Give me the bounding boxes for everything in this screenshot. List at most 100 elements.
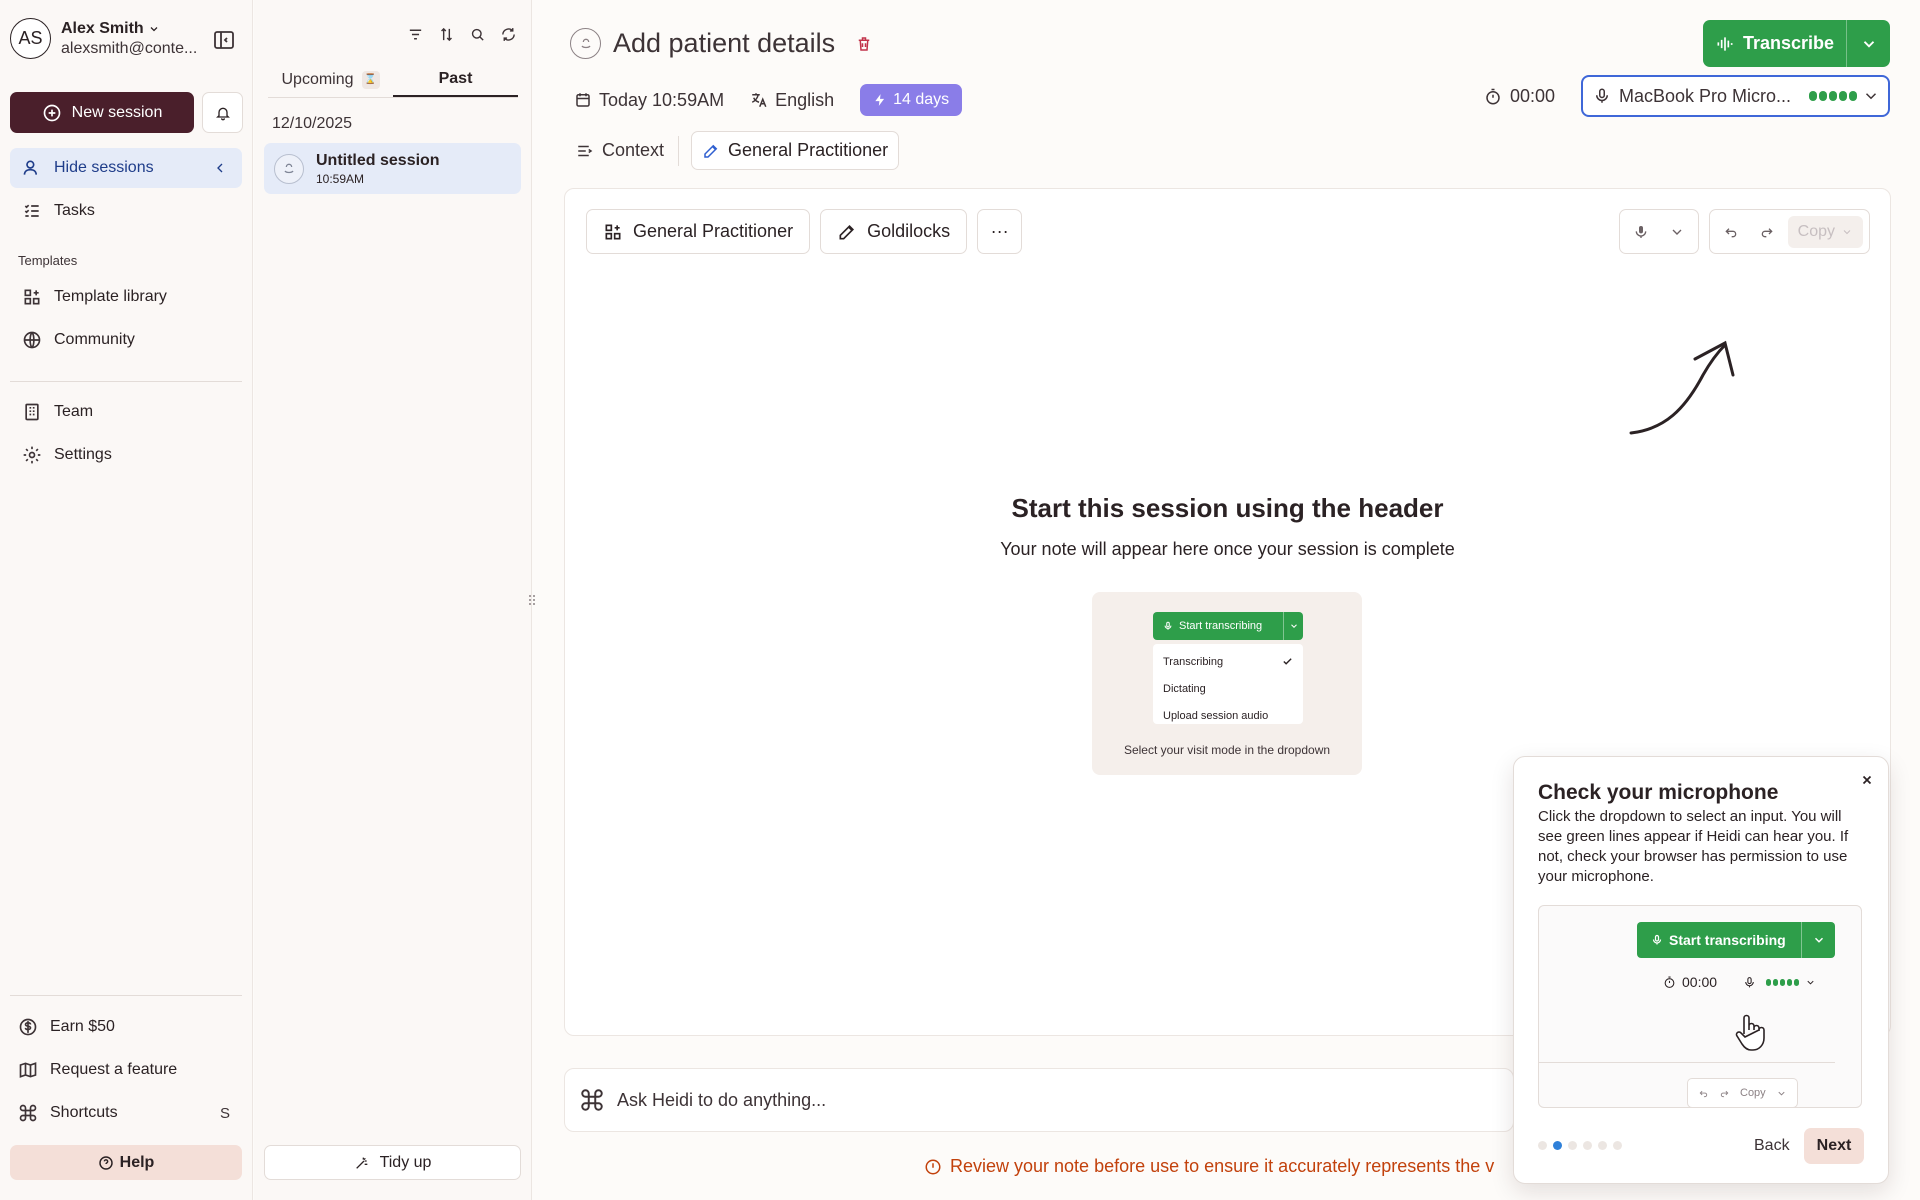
sidebar-item-community[interactable]: Community xyxy=(10,320,242,360)
microphone-select[interactable]: MacBook Pro Micro... xyxy=(1581,75,1890,117)
patient-icon xyxy=(281,161,297,177)
microphone-icon xyxy=(1593,87,1611,105)
new-session-button[interactable]: New session xyxy=(10,92,194,133)
sidebar-item-label: Community xyxy=(54,331,135,348)
sort-icon[interactable] xyxy=(438,26,455,43)
illustration-option: Transcribing xyxy=(1153,648,1303,675)
close-icon[interactable] xyxy=(1860,773,1874,787)
transcribe-mode-dropdown[interactable] xyxy=(1846,20,1890,67)
session-list-item[interactable]: Untitled session 10:59AM xyxy=(264,143,521,194)
illustration-option: Upload session audio xyxy=(1153,702,1303,729)
tab-context[interactable]: Context xyxy=(574,132,666,169)
magic-wand-icon xyxy=(354,1155,370,1171)
resize-handle-icon[interactable] xyxy=(528,590,536,610)
more-options-button[interactable]: ··· xyxy=(977,209,1023,254)
sidebar-item-shortcuts[interactable]: Shortcuts S xyxy=(10,1093,242,1133)
sidebar-item-label: Template library xyxy=(54,288,167,305)
ask-heidi-input[interactable]: Ask Heidi to do anything... xyxy=(564,1068,1514,1132)
chevron-down-icon xyxy=(1841,226,1853,238)
sidebar-item-tasks[interactable]: Tasks xyxy=(10,191,242,231)
command-icon xyxy=(579,1087,605,1113)
undo-button[interactable] xyxy=(1716,217,1746,247)
stopwatch-icon xyxy=(1663,976,1676,989)
chevron-down-icon xyxy=(1776,1088,1787,1099)
microphone-icon xyxy=(1633,224,1649,240)
session-date-group: 12/10/2025 xyxy=(272,115,353,132)
globe-icon xyxy=(22,330,42,350)
tab-upcoming[interactable]: Upcoming ⌛ xyxy=(268,62,393,97)
popover-body: Click the dropdown to select an input. Y… xyxy=(1538,808,1849,885)
template-select-button[interactable]: General Practitioner xyxy=(586,209,811,254)
redo-icon xyxy=(1719,1088,1730,1099)
calendar-icon xyxy=(574,91,592,109)
trash-icon[interactable] xyxy=(855,35,873,53)
account-menu[interactable]: AS Alex Smith alexsmith@conte... xyxy=(10,18,197,59)
copy-button[interactable]: Copy xyxy=(1787,215,1863,248)
sidebar-item-label: Tasks xyxy=(54,202,95,219)
help-button[interactable]: Help xyxy=(10,1145,242,1180)
illustration-option: Dictating xyxy=(1153,675,1303,702)
option-label: Dictating xyxy=(1163,682,1206,695)
user-email: alexsmith@conte... xyxy=(61,39,198,57)
redo-icon xyxy=(1759,224,1775,240)
hourglass-icon: ⌛ xyxy=(361,70,380,89)
templates-section-label: Templates xyxy=(18,253,78,268)
days-label: 14 days xyxy=(893,91,950,108)
language-select[interactable]: English xyxy=(750,90,834,111)
plus-circle-icon xyxy=(42,103,62,123)
dictate-button[interactable] xyxy=(1626,217,1656,247)
tidy-up-button[interactable]: Tidy up xyxy=(264,1145,521,1180)
illustration-button-label: Start transcribing xyxy=(1669,932,1786,948)
chevron-down-icon xyxy=(1669,224,1685,240)
redo-button[interactable] xyxy=(1752,217,1782,247)
refresh-icon[interactable] xyxy=(500,26,517,43)
alert-circle-icon xyxy=(924,1158,942,1176)
tab-past[interactable]: Past xyxy=(393,62,518,97)
illustration-timer: 00:00 xyxy=(1682,974,1718,990)
list-check-icon xyxy=(22,201,42,221)
search-icon[interactable] xyxy=(469,26,486,43)
mic-device-label: MacBook Pro Micro... xyxy=(1619,85,1792,106)
sessions-panel: Upcoming ⌛ Past 12/10/2025 Untitled sess… xyxy=(254,0,532,1200)
sidebar-item-template-library[interactable]: Template library xyxy=(10,277,242,317)
illustration-caption: Select your visit mode in the dropdown xyxy=(1123,743,1331,757)
dictate-dropdown[interactable] xyxy=(1662,217,1692,247)
sidebar-item-hide-sessions[interactable]: Hide sessions xyxy=(10,148,242,188)
note-style-button[interactable]: Goldilocks xyxy=(820,209,968,254)
sidebar-item-request-feature[interactable]: Request a feature xyxy=(10,1050,242,1090)
ellipsis-icon: ··· xyxy=(990,221,1009,241)
help-label: Help xyxy=(119,1153,155,1171)
template-label: General Practitioner xyxy=(633,221,794,241)
check-icon xyxy=(1282,656,1293,667)
sessions-tabs: Upcoming ⌛ Past xyxy=(268,62,518,98)
chevron-down-icon xyxy=(148,23,160,35)
mic-level-meter xyxy=(1766,978,1800,986)
sidebar-item-earn[interactable]: Earn $50 xyxy=(10,1007,242,1047)
text-indent-icon xyxy=(576,142,594,160)
option-label: Upload session audio xyxy=(1163,709,1269,722)
sidebar-item-team[interactable]: Team xyxy=(10,392,242,432)
session-datetime[interactable]: Today 10:59AM xyxy=(574,90,724,111)
step-dot xyxy=(1538,1141,1547,1150)
illustration-tools: Copy xyxy=(1687,1078,1798,1107)
trial-days-badge[interactable]: 14 days xyxy=(860,84,963,116)
page-title[interactable]: Add patient details xyxy=(613,28,835,59)
illustration-start-button: Start transcribing xyxy=(1637,922,1835,958)
dollar-circle-icon xyxy=(18,1017,38,1037)
sidebar-toggle-icon[interactable] xyxy=(212,28,236,52)
help-circle-icon xyxy=(98,1155,114,1171)
back-button[interactable]: Back xyxy=(1754,1137,1790,1155)
transcribe-main[interactable]: Transcribe xyxy=(1703,33,1846,54)
grid-plus-icon xyxy=(22,287,42,307)
filter-icon[interactable] xyxy=(407,26,424,43)
sidebar-item-settings[interactable]: Settings xyxy=(10,435,242,475)
map-icon xyxy=(18,1060,38,1080)
step-indicator xyxy=(1538,1141,1622,1150)
tab-note-template[interactable]: General Practitioner xyxy=(691,131,900,170)
transcribe-button[interactable]: Transcribe xyxy=(1703,20,1890,67)
notifications-button[interactable] xyxy=(202,92,243,133)
bell-icon xyxy=(215,105,231,121)
hand-cursor-icon xyxy=(1735,1014,1765,1051)
next-button[interactable]: Next xyxy=(1804,1128,1864,1164)
tab-label: General Practitioner xyxy=(728,140,889,160)
